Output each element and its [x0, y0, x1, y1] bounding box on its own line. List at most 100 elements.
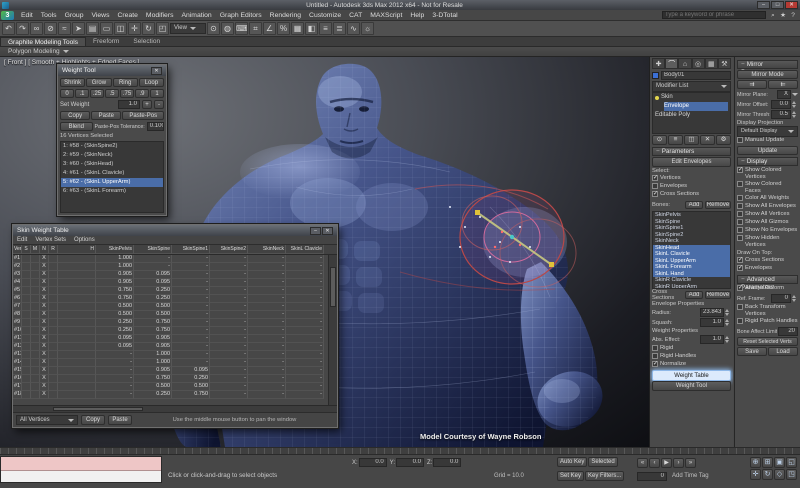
weight-entry[interactable]: 2: #59 - (SkinNeck) [61, 151, 163, 160]
table-cell[interactable] [49, 319, 58, 327]
table-cell[interactable]: - [248, 375, 286, 383]
table-cell[interactable]: - [172, 343, 210, 351]
modifier-stack-item[interactable]: Skin [653, 93, 730, 102]
horizontal-scrollbar[interactable] [13, 405, 337, 412]
table-cell[interactable]: - [172, 327, 210, 335]
rectangular-selection-region-icon[interactable]: ▭ [100, 22, 113, 35]
mirror-paste-blue-to-green-icon[interactable]: ⇇ [768, 80, 798, 89]
table-cell[interactable] [58, 351, 96, 359]
table-cell[interactable]: 0.500 [134, 383, 172, 391]
column-header[interactable]: H [58, 245, 96, 254]
table-cell[interactable]: #7 [13, 303, 22, 311]
table-cell[interactable] [49, 359, 58, 367]
weight-table-menu-item[interactable]: Edit [17, 237, 27, 243]
configure-modifier-sets-icon[interactable]: ⚙ [716, 135, 731, 145]
table-cell[interactable]: #10 [13, 327, 22, 335]
tab-display[interactable]: ▦ [705, 58, 718, 69]
weight-preset-button[interactable]: .9 [135, 89, 149, 98]
table-cell[interactable]: - [96, 375, 134, 383]
table-cell[interactable]: - [248, 255, 286, 263]
table-cell[interactable] [22, 287, 31, 295]
table-cell[interactable]: - [286, 343, 324, 351]
object-name-field[interactable]: Body01 [661, 71, 731, 80]
ref-frame-field[interactable]: 0 [771, 294, 791, 303]
update-button[interactable]: Update [737, 146, 798, 155]
table-cell[interactable]: 0.095 [134, 271, 172, 279]
table-cell[interactable]: #17 [13, 383, 22, 391]
table-cell[interactable] [58, 263, 96, 271]
table-cell[interactable] [31, 327, 40, 335]
table-cell[interactable]: - [210, 271, 248, 279]
table-cell[interactable] [58, 311, 96, 319]
advanced-parameters-rollout-header[interactable]: Advanced Parameters [737, 275, 798, 284]
weight-table-button[interactable]: Weight Table [652, 370, 731, 381]
table-cell[interactable] [31, 319, 40, 327]
weight-entry[interactable]: 3: #60 - (SkinHead) [61, 160, 163, 169]
render-setup-icon[interactable]: ☼ [361, 22, 374, 35]
table-cell[interactable]: X [40, 383, 49, 391]
table-cell[interactable] [49, 255, 58, 263]
table-cell[interactable] [58, 295, 96, 303]
table-cell[interactable]: - [248, 271, 286, 279]
table-cell[interactable]: 0.905 [134, 335, 172, 343]
display-projection-dropdown[interactable]: Default Display [737, 126, 798, 137]
weight-entry[interactable]: 1: #58 - (SkinSpine2) [61, 142, 163, 151]
table-cell[interactable] [31, 303, 40, 311]
column-header[interactable]: SkinSpine [134, 245, 172, 254]
checkbox[interactable] [737, 257, 743, 263]
pan-icon[interactable]: ✛ [750, 469, 761, 480]
remove-bone-button[interactable]: Remove [705, 201, 731, 209]
table-cell[interactable]: #8 [13, 311, 22, 319]
help-icon[interactable]: ? [788, 11, 798, 20]
mirror-parameters-rollout-header[interactable]: Mirror Parameters [737, 60, 798, 69]
table-cell[interactable]: X [40, 351, 49, 359]
table-cell[interactable]: X [40, 303, 49, 311]
column-header[interactable]: M [31, 245, 40, 254]
checkbox[interactable] [652, 353, 658, 359]
angle-snap-icon[interactable]: ∠ [263, 22, 276, 35]
table-cell[interactable]: - [248, 303, 286, 311]
previous-frame-icon[interactable]: ‹ [649, 458, 660, 468]
table-cell[interactable]: - [286, 335, 324, 343]
table-cell[interactable] [31, 359, 40, 367]
table-cell[interactable]: X [40, 263, 49, 271]
ribbon-tab[interactable]: Selection [126, 37, 167, 46]
table-cell[interactable]: 0.750 [96, 295, 134, 303]
select-and-move-icon[interactable]: ✛ [128, 22, 141, 35]
vertex-filter-dropdown[interactable]: All Vertices [16, 415, 78, 425]
table-cell[interactable]: - [96, 359, 134, 367]
checkbox[interactable] [737, 227, 743, 233]
table-cell[interactable]: - [210, 383, 248, 391]
selection-button[interactable]: Loop [139, 78, 164, 87]
modifier-stack[interactable]: Skin Envelope Editable Poly [652, 92, 731, 134]
table-cell[interactable]: #13 [13, 351, 22, 359]
squash-field[interactable]: 1.0 [700, 318, 724, 327]
weight-minus-button[interactable]: - [154, 100, 164, 109]
checkbox[interactable] [652, 191, 658, 197]
mirror-offset-spinner[interactable] [792, 101, 798, 108]
table-cell[interactable] [58, 271, 96, 279]
coordinate-field[interactable]: 0.0 [359, 458, 387, 467]
weight-tool-dialog[interactable]: Weight Tool ✕ ShrinkGrowRingLoop 0.1.25.… [57, 64, 167, 216]
table-cell[interactable]: #1 [13, 255, 22, 263]
table-cell[interactable]: - [248, 335, 286, 343]
table-cell[interactable]: 0.750 [172, 391, 210, 399]
table-cell[interactable] [22, 383, 31, 391]
weight-tool-titlebar[interactable]: Weight Tool ✕ [58, 65, 166, 76]
ribbon-tab[interactable]: Freeform [86, 37, 126, 46]
table-cell[interactable]: X [40, 287, 49, 295]
application-menu-button[interactable]: 3 [1, 11, 14, 20]
table-cell[interactable]: - [248, 319, 286, 327]
table-cell[interactable]: - [248, 367, 286, 375]
table-cell[interactable] [49, 367, 58, 375]
column-header[interactable]: SkinPelvis [96, 245, 134, 254]
table-cell[interactable]: 0.500 [134, 311, 172, 319]
menu-item[interactable]: Graph Editors [216, 12, 266, 19]
table-cell[interactable]: #3 [13, 271, 22, 279]
table-cell[interactable] [58, 287, 96, 295]
reset-selected-verts-button[interactable]: Reset Selected Verts [737, 337, 798, 346]
table-cell[interactable]: 0.250 [134, 287, 172, 295]
bones-list[interactable]: SkinPelvisSkinSpineSkinSpine1SkinSpine2S… [652, 211, 731, 289]
checkbox[interactable] [737, 137, 743, 143]
field-of-view-icon[interactable]: ◇ [774, 469, 785, 480]
